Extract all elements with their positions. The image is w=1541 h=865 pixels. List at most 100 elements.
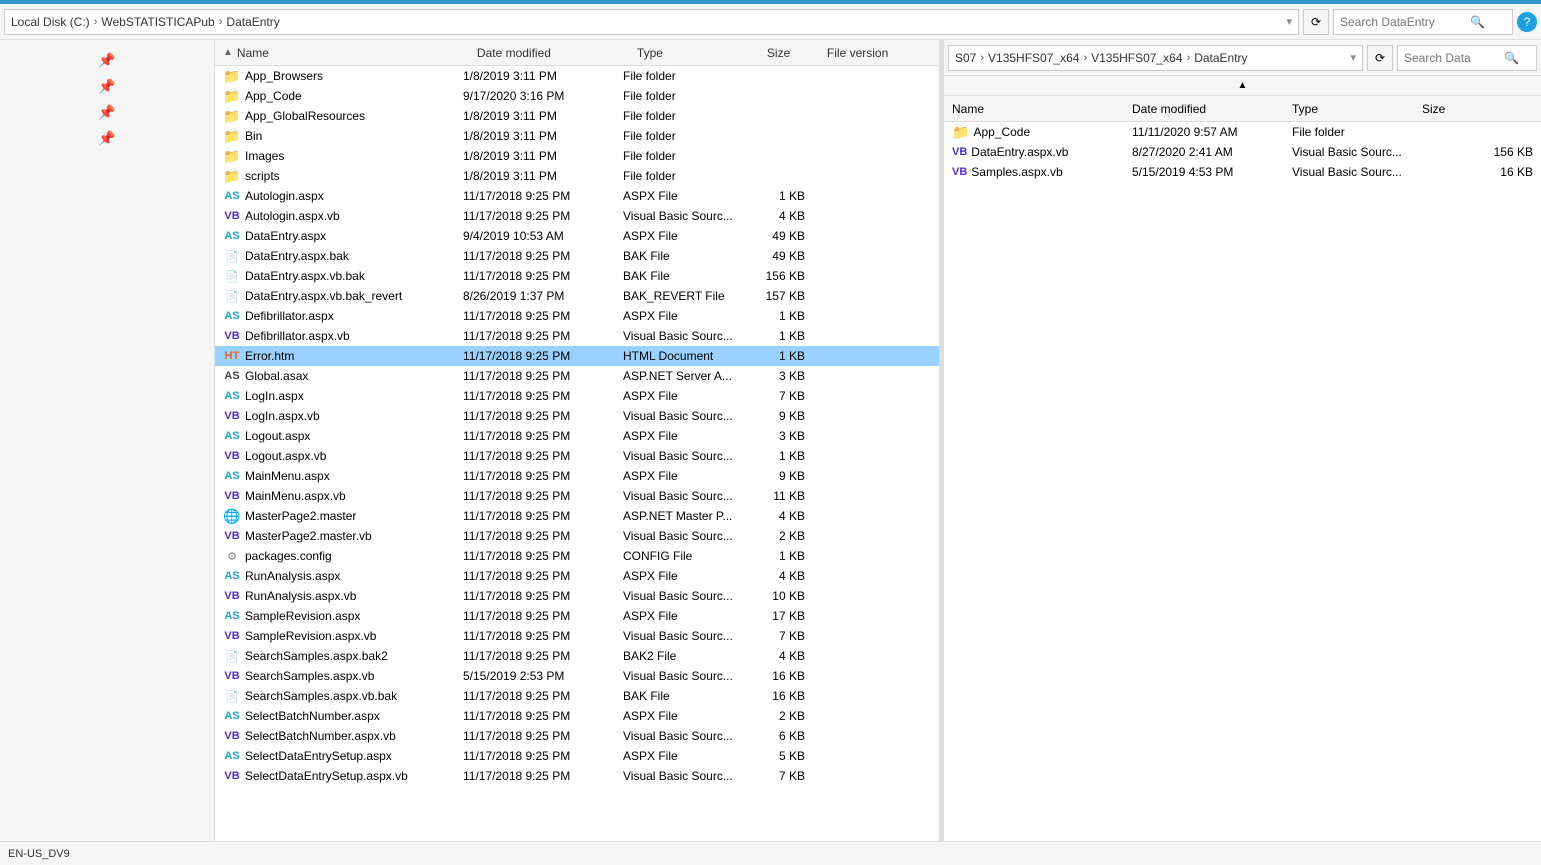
- list-item[interactable]: VB SelectDataEntrySetup.aspx.vb 11/17/20…: [215, 766, 939, 786]
- file-date: 9/4/2019 10:53 AM: [463, 229, 623, 243]
- breadcrumb-c[interactable]: Local Disk (C:): [11, 15, 90, 29]
- file-name: DataEntry.aspx.vb.bak_revert: [245, 289, 463, 303]
- list-item[interactable]: AS SelectBatchNumber.aspx 11/17/2018 9:2…: [215, 706, 939, 726]
- file-icon: 📁: [223, 147, 241, 165]
- breadcrumb-dataentry[interactable]: DataEntry: [226, 15, 279, 29]
- list-item[interactable]: VB LogIn.aspx.vb 11/17/2018 9:25 PM Visu…: [215, 406, 939, 426]
- list-item[interactable]: VBSamples.aspx.vb 5/15/2019 4:53 PM Visu…: [944, 162, 1541, 182]
- pin-icon-1[interactable]: 📌: [95, 48, 119, 72]
- file-name: MainMenu.aspx: [245, 469, 463, 483]
- list-item[interactable]: VB RunAnalysis.aspx.vb 11/17/2018 9:25 P…: [215, 586, 939, 606]
- list-item[interactable]: VB Defibrillator.aspx.vb 11/17/2018 9:25…: [215, 326, 939, 346]
- file-name: DataEntry.aspx: [245, 229, 463, 243]
- list-item[interactable]: AS RunAnalysis.aspx 11/17/2018 9:25 PM A…: [215, 566, 939, 586]
- col-header-name[interactable]: Name: [237, 46, 477, 60]
- list-item[interactable]: AS SampleRevision.aspx 11/17/2018 9:25 P…: [215, 606, 939, 626]
- list-item[interactable]: 📁 App_Browsers 1/8/2019 3:11 PM File fol…: [215, 66, 939, 86]
- right-scroll-up[interactable]: ▲: [944, 76, 1541, 96]
- list-item[interactable]: AS Autologin.aspx 11/17/2018 9:25 PM ASP…: [215, 186, 939, 206]
- list-item[interactable]: AS MainMenu.aspx 11/17/2018 9:25 PM ASPX…: [215, 466, 939, 486]
- file-date: 11/17/2018 9:25 PM: [463, 449, 623, 463]
- file-date: 11/17/2018 9:25 PM: [463, 709, 623, 723]
- pin-icon-4[interactable]: 📌: [95, 126, 119, 150]
- file-size: 7 KB: [753, 769, 813, 783]
- file-date: 11/17/2018 9:25 PM: [463, 569, 623, 583]
- list-item[interactable]: VB MasterPage2.master.vb 11/17/2018 9:25…: [215, 526, 939, 546]
- list-item[interactable]: VB SearchSamples.aspx.vb 5/15/2019 2:53 …: [215, 666, 939, 686]
- search-input-left[interactable]: [1340, 15, 1470, 29]
- rcol-type[interactable]: Type: [1292, 102, 1422, 116]
- list-item[interactable]: 📄 DataEntry.aspx.bak 11/17/2018 9:25 PM …: [215, 246, 939, 266]
- list-item[interactable]: AS DataEntry.aspx 9/4/2019 10:53 AM ASPX…: [215, 226, 939, 246]
- list-item[interactable]: 📁 scripts 1/8/2019 3:11 PM File folder: [215, 166, 939, 186]
- breadcrumb-web[interactable]: WebSTATISTICAPub: [101, 15, 214, 29]
- file-icon: AS: [223, 367, 241, 385]
- list-item[interactable]: AS Logout.aspx 11/17/2018 9:25 PM ASPX F…: [215, 426, 939, 446]
- col-header-date[interactable]: Date modified: [477, 46, 637, 60]
- list-item[interactable]: 🌐 MasterPage2.master 11/17/2018 9:25 PM …: [215, 506, 939, 526]
- list-item[interactable]: AS Defibrillator.aspx 11/17/2018 9:25 PM…: [215, 306, 939, 326]
- refresh-button-left[interactable]: ⟳: [1303, 9, 1329, 35]
- file-type: ASPX File: [623, 569, 753, 583]
- breadcrumb-dropdown[interactable]: ▾: [1286, 15, 1292, 28]
- list-item[interactable]: 📄 DataEntry.aspx.vb.bak 11/17/2018 9:25 …: [215, 266, 939, 286]
- file-name: App_Code: [245, 89, 463, 103]
- list-item[interactable]: VB Logout.aspx.vb 11/17/2018 9:25 PM Vis…: [215, 446, 939, 466]
- right-bc-v135[interactable]: V135HFS07_x64: [988, 51, 1079, 65]
- list-item[interactable]: 📄 SearchSamples.aspx.vb.bak 11/17/2018 9…: [215, 686, 939, 706]
- list-item[interactable]: 📁App_Code 11/11/2020 9:57 AM File folder: [944, 122, 1541, 142]
- file-date: 11/17/2018 9:25 PM: [463, 409, 623, 423]
- pin-icon-2[interactable]: 📌: [95, 74, 119, 98]
- right-bc-s07[interactable]: S07: [955, 51, 976, 65]
- list-item[interactable]: ⚙ packages.config 11/17/2018 9:25 PM CON…: [215, 546, 939, 566]
- right-breadcrumb-dropdown[interactable]: ▾: [1350, 51, 1356, 64]
- right-addressbar: S07 › V135HFS07_x64 › V135HFS07_x64 › Da…: [944, 40, 1541, 76]
- rfile-name: VBSamples.aspx.vb: [952, 165, 1132, 179]
- rcol-date[interactable]: Date modified: [1132, 102, 1292, 116]
- list-item[interactable]: AS SelectDataEntrySetup.aspx 11/17/2018 …: [215, 746, 939, 766]
- list-item[interactable]: HT Error.htm 11/17/2018 9:25 PM HTML Doc…: [215, 346, 939, 366]
- list-item[interactable]: 📁 App_Code 9/17/2020 3:16 PM File folder: [215, 86, 939, 106]
- list-item[interactable]: AS LogIn.aspx 11/17/2018 9:25 PM ASPX Fi…: [215, 386, 939, 406]
- file-date: 1/8/2019 3:11 PM: [463, 149, 623, 163]
- list-item[interactable]: VB SelectBatchNumber.aspx.vb 11/17/2018 …: [215, 726, 939, 746]
- list-item[interactable]: VB Autologin.aspx.vb 11/17/2018 9:25 PM …: [215, 206, 939, 226]
- list-item[interactable]: AS Global.asax 11/17/2018 9:25 PM ASP.NE…: [215, 366, 939, 386]
- refresh-button-right[interactable]: ⟳: [1367, 45, 1393, 71]
- file-type: File folder: [623, 89, 753, 103]
- rcol-size[interactable]: Size: [1422, 102, 1533, 116]
- list-item[interactable]: VB SampleRevision.aspx.vb 11/17/2018 9:2…: [215, 626, 939, 646]
- col-header-ver[interactable]: File version: [827, 46, 931, 60]
- right-search-box[interactable]: 🔍: [1397, 45, 1537, 71]
- list-item[interactable]: 📄 DataEntry.aspx.vb.bak_revert 8/26/2019…: [215, 286, 939, 306]
- file-name: SelectDataEntrySetup.aspx: [245, 749, 463, 763]
- list-item[interactable]: 📁 Images 1/8/2019 3:11 PM File folder: [215, 146, 939, 166]
- file-date: 8/26/2019 1:37 PM: [463, 289, 623, 303]
- file-type: ASPX File: [623, 429, 753, 443]
- list-item[interactable]: VBDataEntry.aspx.vb 8/27/2020 2:41 AM Vi…: [944, 142, 1541, 162]
- file-name: SampleRevision.aspx: [245, 609, 463, 623]
- search-box-left[interactable]: 🔍: [1333, 9, 1513, 35]
- col-header-size[interactable]: Size: [767, 46, 827, 60]
- file-date: 11/17/2018 9:25 PM: [463, 429, 623, 443]
- rcol-name[interactable]: Name: [952, 102, 1132, 116]
- sep1: ›: [94, 16, 98, 28]
- file-date: 11/17/2018 9:25 PM: [463, 649, 623, 663]
- pin-icon-3[interactable]: 📌: [95, 100, 119, 124]
- right-search-input[interactable]: [1404, 51, 1504, 65]
- help-button[interactable]: ?: [1517, 12, 1537, 32]
- list-item[interactable]: 📄 SearchSamples.aspx.bak2 11/17/2018 9:2…: [215, 646, 939, 666]
- list-item[interactable]: 📁 Bin 1/8/2019 3:11 PM File folder: [215, 126, 939, 146]
- rfile-size: 16 KB: [1422, 165, 1533, 179]
- right-bc-de[interactable]: DataEntry: [1194, 51, 1247, 65]
- list-item[interactable]: VB MainMenu.aspx.vb 11/17/2018 9:25 PM V…: [215, 486, 939, 506]
- scroll-up-arrow: ▲: [1238, 80, 1248, 91]
- right-bc-v135-2[interactable]: V135HFS07_x64: [1091, 51, 1182, 65]
- right-panel: S07 › V135HFS07_x64 › V135HFS07_x64 › Da…: [943, 40, 1541, 841]
- list-item[interactable]: 📁 App_GlobalResources 1/8/2019 3:11 PM F…: [215, 106, 939, 126]
- file-size: 2 KB: [753, 529, 813, 543]
- file-name: RunAnalysis.aspx.vb: [245, 589, 463, 603]
- col-header-type[interactable]: Type: [637, 46, 767, 60]
- file-icon: AS: [223, 227, 241, 245]
- file-name: Error.htm: [245, 349, 463, 363]
